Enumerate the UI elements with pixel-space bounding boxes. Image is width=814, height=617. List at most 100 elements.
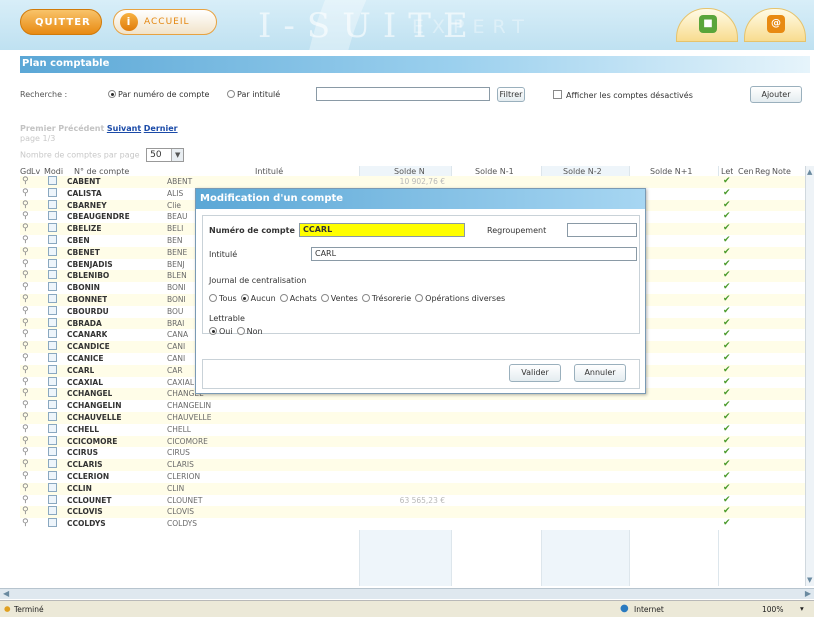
magnifier-icon[interactable]: ⚲ <box>22 211 29 223</box>
scroll-up-icon[interactable]: ▲ <box>807 168 812 176</box>
magnifier-icon[interactable]: ⚲ <box>22 282 29 294</box>
magnifier-icon[interactable]: ⚲ <box>22 223 29 235</box>
title-input[interactable]: CARL <box>311 247 637 261</box>
edit-icon[interactable] <box>48 176 57 188</box>
edit-icon[interactable] <box>48 471 57 483</box>
table-row[interactable]: ⚲ CCOLDYS COLDYS ✔ <box>20 518 809 530</box>
magnifier-icon[interactable]: ⚲ <box>22 247 29 259</box>
magnifier-icon[interactable]: ⚲ <box>22 506 29 518</box>
edit-icon[interactable] <box>48 270 57 282</box>
table-row[interactable]: ⚲ CCHELL CHELL ✔ <box>20 423 809 436</box>
table-row[interactable]: ⚲ CCICOMORE CICOMORE ✔ <box>20 435 809 448</box>
table-row[interactable]: ⚲ CCLIN CLIN ✔ <box>20 482 809 495</box>
edit-icon[interactable] <box>48 388 57 400</box>
table-row[interactable]: ⚲ CCHAUVELLE CHAUVELLE ✔ <box>20 412 809 424</box>
edit-icon[interactable] <box>48 282 57 294</box>
scroll-left-icon[interactable]: ◀ <box>3 589 9 598</box>
magnifier-icon[interactable]: ⚲ <box>22 188 29 200</box>
radio-by-title[interactable]: Par intitulé <box>227 90 280 99</box>
edit-icon[interactable] <box>48 506 57 518</box>
previous-link[interactable]: Précédent <box>58 124 104 133</box>
filter-button[interactable]: Filtrer <box>497 87 525 102</box>
edit-icon[interactable] <box>48 235 57 247</box>
magnifier-icon[interactable]: ⚲ <box>22 388 29 400</box>
edit-icon[interactable] <box>48 423 57 436</box>
cancel-button[interactable]: Annuler <box>574 364 626 382</box>
table-row[interactable]: ⚲ CABENT ABENT 10 902,76 € ✔ <box>20 176 809 188</box>
magnifier-icon[interactable]: ⚲ <box>22 483 29 495</box>
edit-icon[interactable] <box>48 199 57 212</box>
magnifier-icon[interactable]: ⚲ <box>22 495 29 507</box>
horizontal-scrollbar[interactable]: ◀ ▶ <box>0 588 814 599</box>
search-input[interactable] <box>316 87 490 101</box>
edit-icon[interactable] <box>48 305 57 318</box>
magnifier-icon[interactable]: ⚲ <box>22 436 29 448</box>
group-input[interactable] <box>567 223 637 237</box>
zoom-level[interactable]: 100% <box>762 605 783 614</box>
edit-icon[interactable] <box>48 329 57 341</box>
table-row[interactable]: ⚲ CCLERION CLERION ✔ <box>20 471 809 483</box>
add-button[interactable]: Ajouter <box>750 86 802 103</box>
lettrable-option[interactable]: Non <box>236 327 263 336</box>
magnifier-icon[interactable]: ⚲ <box>22 377 29 389</box>
magnifier-icon[interactable]: ⚲ <box>22 200 29 212</box>
edit-icon[interactable] <box>48 459 57 471</box>
magnifier-icon[interactable]: ⚲ <box>22 518 29 530</box>
table-row[interactable]: ⚲ CCLOUNET CLOUNET 63 565,23 € ✔ <box>20 494 809 507</box>
magnifier-icon[interactable]: ⚲ <box>22 447 29 459</box>
account-number-input[interactable]: CCARL <box>299 223 465 237</box>
magnifier-icon[interactable]: ⚲ <box>22 424 29 436</box>
magnifier-icon[interactable]: ⚲ <box>22 459 29 471</box>
table-row[interactable]: ⚲ CCHANGELIN CHANGELIN ✔ <box>20 400 809 412</box>
quit-button[interactable]: QUITTER <box>20 9 102 35</box>
magnifier-icon[interactable]: ⚲ <box>22 471 29 483</box>
magnifier-icon[interactable]: ⚲ <box>22 176 29 188</box>
magnifier-icon[interactable]: ⚲ <box>22 306 29 318</box>
magnifier-icon[interactable]: ⚲ <box>22 341 29 353</box>
edit-icon[interactable] <box>48 353 57 365</box>
edit-icon[interactable] <box>48 294 57 306</box>
edit-icon[interactable] <box>48 364 57 377</box>
edit-icon[interactable] <box>48 211 57 223</box>
edit-icon[interactable] <box>48 518 57 530</box>
table-row[interactable]: ⚲ CCLARIS CLARIS ✔ <box>20 459 809 471</box>
edit-icon[interactable] <box>48 223 57 235</box>
edit-icon[interactable] <box>48 482 57 495</box>
edit-icon[interactable] <box>48 494 57 507</box>
magnifier-icon[interactable]: ⚲ <box>22 294 29 306</box>
per-page-select[interactable]: 50 ▼ <box>146 148 185 162</box>
edit-icon[interactable] <box>48 246 57 259</box>
last-link[interactable]: Dernier <box>144 124 178 133</box>
magnifier-icon[interactable]: ⚲ <box>22 318 29 330</box>
radio-by-number[interactable]: Par numéro de compte <box>108 90 209 99</box>
magnifier-icon[interactable]: ⚲ <box>22 270 29 282</box>
edit-icon[interactable] <box>48 376 57 389</box>
journal-option[interactable]: Trésorerie <box>361 294 411 303</box>
next-link[interactable]: Suivant <box>107 124 141 133</box>
journal-option[interactable]: Aucun <box>240 294 276 303</box>
magnifier-icon[interactable]: ⚲ <box>22 329 29 341</box>
magnifier-icon[interactable]: ⚲ <box>22 353 29 365</box>
magnifier-icon[interactable]: ⚲ <box>22 259 29 271</box>
edit-icon[interactable] <box>48 412 57 424</box>
journal-option[interactable]: Ventes <box>320 294 358 303</box>
vertical-scrollbar[interactable]: ▲ ▼ <box>805 166 814 586</box>
lettrable-option[interactable]: Oui <box>209 327 233 336</box>
magnifier-icon[interactable]: ⚲ <box>22 235 29 247</box>
home-button[interactable]: i ACCUEIL <box>113 9 217 35</box>
magnifier-icon[interactable]: ⚲ <box>22 365 29 377</box>
first-link[interactable]: Premier <box>20 124 56 133</box>
edit-icon[interactable] <box>48 435 57 448</box>
magnifier-icon[interactable]: ⚲ <box>22 412 29 424</box>
journal-option[interactable]: Tous <box>209 294 237 303</box>
edit-icon[interactable] <box>48 258 57 271</box>
show-disabled-checkbox[interactable]: Afficher les comptes désactivés <box>553 90 693 100</box>
edit-icon[interactable] <box>48 341 57 353</box>
edit-icon[interactable] <box>48 317 57 330</box>
table-row[interactable]: ⚲ CCLOVIS CLOVIS ✔ <box>20 506 809 519</box>
edit-icon[interactable] <box>48 447 57 459</box>
validate-button[interactable]: Valider <box>509 364 561 382</box>
scroll-right-icon[interactable]: ▶ <box>805 589 811 598</box>
journal-option[interactable]: Opérations diverses <box>415 294 505 303</box>
scroll-down-icon[interactable]: ▼ <box>807 576 812 584</box>
